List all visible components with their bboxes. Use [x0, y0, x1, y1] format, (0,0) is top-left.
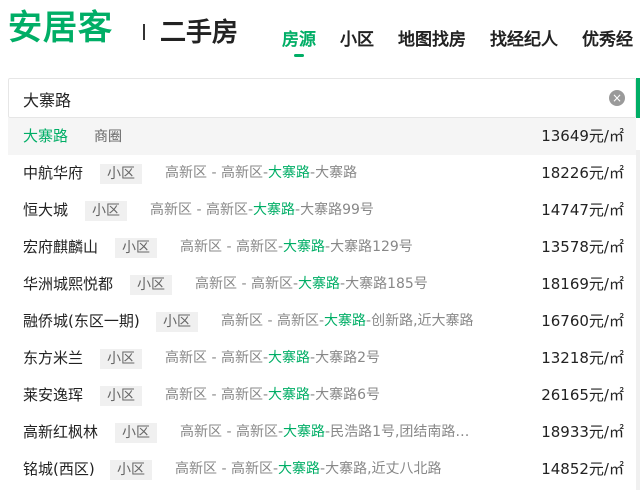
suggestion-name: 高新红枫林 [23, 423, 99, 441]
suggestion-name: 莱安逸珲 [23, 386, 84, 404]
suggestion-tag: 小区 [100, 386, 142, 406]
suggestion-tag: 小区 [115, 238, 157, 258]
suggestion-tag: 小区 [85, 201, 127, 221]
suggestion-tag: 小区 [100, 349, 142, 369]
suggestion-row[interactable]: 融侨城(东区一期) 小区 高新区 - 高新区-大寨路-创新路,近大寨路 1676… [8, 303, 636, 340]
suggestion-price: 14747元/㎡ [541, 201, 624, 219]
main-nav: 房源 小区 地图找房 找经纪人 优秀经 [282, 28, 640, 57]
suggestion-row[interactable]: 中航华府 小区 高新区 - 高新区-大寨路-大寨路 18226元/㎡ [8, 155, 636, 192]
suggestion-row[interactable]: 宏府麒麟山 小区 高新区 - 高新区-大寨路-大寨路129号 13578元/㎡ [8, 229, 636, 266]
search-input[interactable] [23, 85, 583, 113]
suggestion-price: 18226元/㎡ [541, 164, 624, 182]
suggestion-address: 高新区 - 高新区-大寨路-创新路,近大寨路 [221, 313, 474, 329]
suggestion-row[interactable]: 大寨路 商圈 13649元/㎡ [8, 118, 636, 155]
suggestion-name: 华洲城熙悦都 [23, 275, 114, 293]
suggestion-address: 高新区 - 高新区-大寨路-民浩路1号,团结南路… [180, 424, 470, 440]
section-title: 二手房 [160, 18, 239, 48]
logo-divider [143, 24, 145, 40]
suggestion-address: 高新区 - 高新区-大寨路-大寨路99号 [150, 202, 374, 218]
suggestion-price: 16760元/㎡ [541, 312, 624, 330]
suggestion-tag: 商圈 [94, 129, 122, 145]
suggestion-row[interactable]: 恒大城 小区 高新区 - 高新区-大寨路-大寨路99号 14747元/㎡ [8, 192, 636, 229]
nav-item-communities[interactable]: 小区 [340, 28, 374, 54]
suggestion-tag: 小区 [130, 275, 172, 295]
suggestion-address: 高新区 - 高新区-大寨路-大寨路129号 [180, 239, 413, 255]
search-button-edge[interactable] [636, 78, 640, 118]
suggestion-price: 13218元/㎡ [541, 349, 624, 367]
nav-item-find-agent[interactable]: 找经纪人 [490, 28, 558, 54]
suggestion-row[interactable]: 高新红枫林 小区 高新区 - 高新区-大寨路-民浩路1号,团结南路… 18933… [8, 414, 636, 451]
suggestion-name: 东方米兰 [23, 349, 84, 367]
suggestion-tag: 小区 [156, 312, 198, 332]
suggestion-dropdown: 大寨路 商圈 13649元/㎡ 中航华府 小区 高新区 - 高新区-大寨路-大寨… [8, 118, 636, 492]
suggestion-address: 高新区 - 高新区-大寨路-大寨路,近丈八北路 [175, 461, 442, 477]
suggestion-name: 中航华府 [23, 164, 84, 182]
site-header: 安居客 二手房 房源 小区 地图找房 找经纪人 优秀经 [0, 0, 640, 72]
clear-icon[interactable]: × [609, 90, 625, 106]
suggestion-row[interactable]: 铭城(西区) 小区 高新区 - 高新区-大寨路-大寨路,近丈八北路 14852元… [8, 451, 636, 488]
suggestion-address: 高新区 - 高新区-大寨路-大寨路185号 [195, 276, 428, 292]
suggestion-price: 14852元/㎡ [541, 460, 624, 478]
logo[interactable]: 安居客 [8, 8, 113, 48]
suggestion-name: 宏府麒麟山 [23, 238, 99, 256]
suggestion-tag: 小区 [115, 423, 157, 443]
suggestion-name: 恒大城 [23, 201, 69, 219]
suggestion-price: 26165元/㎡ [541, 386, 624, 404]
suggestion-address: 高新区 - 高新区-大寨路-大寨路2号 [165, 350, 380, 366]
nav-item-listings[interactable]: 房源 [282, 28, 316, 57]
suggestion-name: 铭城(西区) [23, 460, 95, 478]
suggestion-name: 大寨路 [23, 127, 69, 145]
search-box: × [8, 78, 636, 118]
suggestion-price: 18169元/㎡ [541, 275, 624, 293]
suggestion-address: 高新区 - 高新区-大寨路-大寨路 [165, 165, 358, 181]
suggestion-price: 13578元/㎡ [541, 238, 624, 256]
suggestion-row[interactable]: 华洲城熙悦都 小区 高新区 - 高新区-大寨路-大寨路185号 18169元/㎡ [8, 266, 636, 303]
suggestion-price: 13649元/㎡ [541, 127, 624, 145]
suggestion-address: 高新区 - 高新区-大寨路-大寨路6号 [165, 387, 380, 403]
suggestion-tag: 小区 [100, 164, 142, 184]
nav-item-map-search[interactable]: 地图找房 [398, 28, 466, 54]
suggestion-price: 18933元/㎡ [541, 423, 624, 441]
nav-item-excellent[interactable]: 优秀经 [582, 28, 633, 54]
suggestion-row[interactable]: 东方米兰 小区 高新区 - 高新区-大寨路-大寨路2号 13218元/㎡ [8, 340, 636, 377]
suggestion-tag: 小区 [110, 460, 152, 480]
suggestion-row[interactable]: 莱安逸珲 小区 高新区 - 高新区-大寨路-大寨路6号 26165元/㎡ [8, 377, 636, 414]
suggestion-name: 融侨城(东区一期) [23, 312, 140, 330]
